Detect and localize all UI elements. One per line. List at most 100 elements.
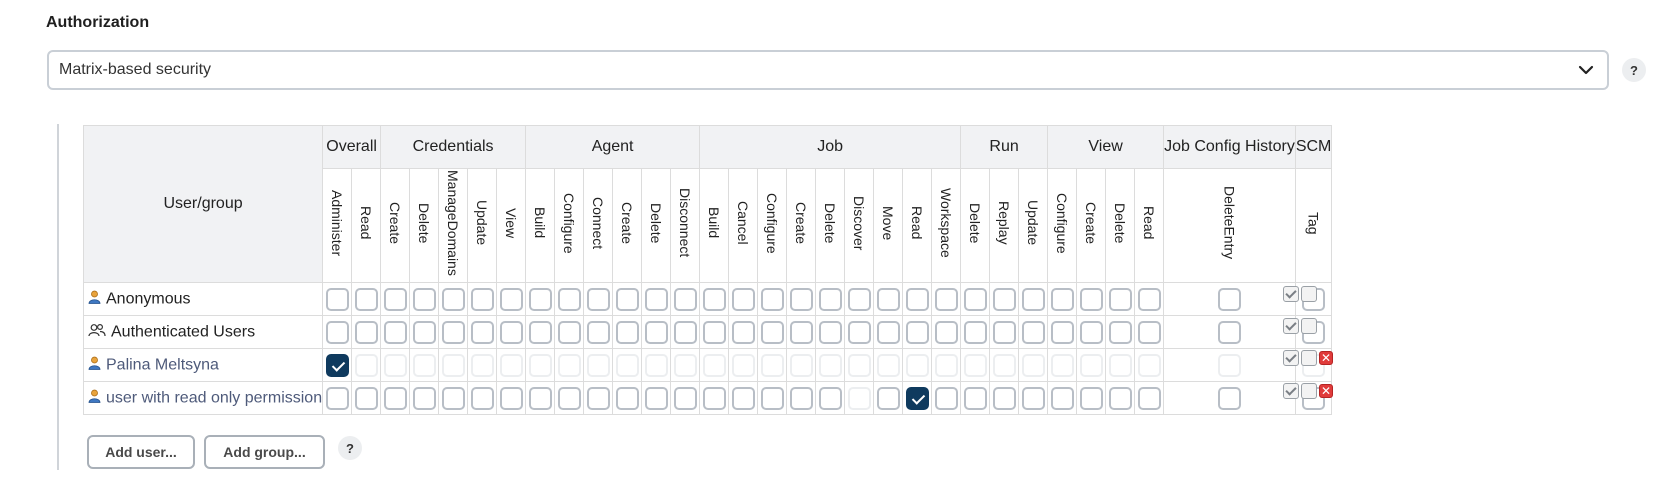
permission-checkbox[interactable] bbox=[586, 320, 610, 344]
permission-checkbox[interactable] bbox=[847, 386, 871, 410]
permission-checkbox[interactable] bbox=[615, 353, 639, 377]
uncheck-all-icon[interactable] bbox=[1301, 350, 1317, 366]
permission-checkbox[interactable] bbox=[760, 386, 784, 410]
permission-checkbox[interactable] bbox=[1217, 353, 1241, 377]
permission-checkbox[interactable] bbox=[1108, 320, 1132, 344]
permission-checkbox[interactable] bbox=[789, 287, 813, 311]
permission-checkbox[interactable] bbox=[412, 287, 436, 311]
permission-checkbox[interactable] bbox=[644, 386, 668, 410]
remove-icon[interactable]: ✕ bbox=[1319, 384, 1333, 398]
add-group-button[interactable]: Add group... bbox=[204, 435, 325, 469]
permission-checkbox[interactable] bbox=[876, 320, 900, 344]
permission-checkbox[interactable] bbox=[1050, 287, 1074, 311]
permission-checkbox[interactable] bbox=[1137, 320, 1161, 344]
permission-checkbox[interactable] bbox=[992, 320, 1016, 344]
permission-checkbox[interactable] bbox=[1108, 287, 1132, 311]
permission-checkbox[interactable] bbox=[1021, 386, 1045, 410]
permission-checkbox[interactable] bbox=[702, 386, 726, 410]
user-name[interactable]: user with read only permission bbox=[106, 389, 322, 406]
permission-checkbox[interactable] bbox=[615, 320, 639, 344]
permission-checkbox[interactable] bbox=[1079, 320, 1103, 344]
permission-checkbox[interactable] bbox=[1217, 287, 1241, 311]
permission-checkbox[interactable] bbox=[847, 353, 871, 377]
permission-checkbox[interactable] bbox=[876, 353, 900, 377]
permission-checkbox[interactable] bbox=[586, 353, 610, 377]
permission-checkbox[interactable] bbox=[876, 386, 900, 410]
permission-checkbox[interactable] bbox=[1137, 353, 1161, 377]
permission-checkbox[interactable] bbox=[992, 386, 1016, 410]
permission-checkbox[interactable] bbox=[1021, 320, 1045, 344]
permission-checkbox[interactable] bbox=[644, 287, 668, 311]
permission-checkbox[interactable] bbox=[470, 287, 494, 311]
permission-checkbox[interactable] bbox=[1108, 353, 1132, 377]
uncheck-all-icon[interactable] bbox=[1301, 286, 1317, 302]
permission-checkbox[interactable] bbox=[760, 320, 784, 344]
permission-checkbox[interactable] bbox=[731, 320, 755, 344]
permission-checkbox[interactable] bbox=[847, 287, 871, 311]
permission-checkbox[interactable] bbox=[499, 386, 523, 410]
check-all-icon[interactable] bbox=[1283, 383, 1299, 399]
permission-checkbox[interactable] bbox=[789, 386, 813, 410]
permission-checkbox[interactable] bbox=[934, 287, 958, 311]
permission-checkbox[interactable] bbox=[876, 287, 900, 311]
permission-checkbox[interactable] bbox=[470, 386, 494, 410]
permission-checkbox[interactable] bbox=[818, 386, 842, 410]
permission-checkbox[interactable] bbox=[325, 386, 349, 410]
permission-checkbox[interactable] bbox=[557, 287, 581, 311]
permission-checkbox[interactable] bbox=[528, 353, 552, 377]
permission-checkbox[interactable] bbox=[818, 287, 842, 311]
permission-checkbox[interactable] bbox=[1021, 353, 1045, 377]
permission-checkbox[interactable] bbox=[1137, 386, 1161, 410]
uncheck-all-icon[interactable] bbox=[1301, 318, 1317, 334]
permission-checkbox[interactable] bbox=[731, 287, 755, 311]
permission-checkbox[interactable] bbox=[412, 320, 436, 344]
permission-checkbox[interactable] bbox=[499, 287, 523, 311]
permission-checkbox[interactable] bbox=[528, 386, 552, 410]
check-all-icon[interactable] bbox=[1283, 286, 1299, 302]
user-cell[interactable]: user with read only permission bbox=[82, 381, 324, 415]
permission-checkbox[interactable] bbox=[673, 320, 697, 344]
permission-checkbox[interactable] bbox=[1050, 320, 1074, 344]
permission-checkbox[interactable] bbox=[905, 353, 929, 377]
permission-checkbox[interactable] bbox=[383, 320, 407, 344]
permission-checkbox[interactable] bbox=[557, 353, 581, 377]
permission-checkbox[interactable] bbox=[499, 320, 523, 344]
permission-checkbox[interactable] bbox=[1079, 353, 1103, 377]
permission-checkbox[interactable] bbox=[1108, 386, 1132, 410]
permission-checkbox[interactable] bbox=[441, 386, 465, 410]
permission-checkbox[interactable] bbox=[934, 353, 958, 377]
permission-checkbox[interactable] bbox=[760, 287, 784, 311]
remove-icon[interactable]: ✕ bbox=[1319, 351, 1333, 365]
permission-checkbox[interactable] bbox=[325, 287, 349, 311]
permission-checkbox[interactable] bbox=[586, 287, 610, 311]
permission-checkbox[interactable] bbox=[1137, 287, 1161, 311]
permission-checkbox[interactable] bbox=[441, 320, 465, 344]
permission-checkbox[interactable] bbox=[847, 320, 871, 344]
permission-checkbox[interactable] bbox=[673, 287, 697, 311]
permission-checkbox[interactable] bbox=[1050, 386, 1074, 410]
permission-checkbox[interactable] bbox=[615, 386, 639, 410]
check-all-icon[interactable] bbox=[1283, 350, 1299, 366]
permission-checkbox[interactable] bbox=[470, 353, 494, 377]
user-cell[interactable]: Palina Meltsyna bbox=[82, 348, 324, 382]
permission-checkbox[interactable] bbox=[557, 320, 581, 344]
permission-checkbox[interactable] bbox=[1217, 386, 1241, 410]
permission-checkbox[interactable] bbox=[731, 386, 755, 410]
permission-checkbox[interactable] bbox=[354, 320, 378, 344]
permission-checkbox[interactable] bbox=[731, 353, 755, 377]
permission-checkbox[interactable] bbox=[789, 320, 813, 344]
permission-checkbox[interactable] bbox=[673, 353, 697, 377]
permission-checkbox[interactable] bbox=[818, 320, 842, 344]
permission-checkbox[interactable] bbox=[1079, 287, 1103, 311]
add-user-button[interactable]: Add user... bbox=[87, 435, 195, 469]
permission-checkbox[interactable] bbox=[354, 287, 378, 311]
permission-checkbox[interactable] bbox=[905, 287, 929, 311]
permission-checkbox[interactable] bbox=[383, 287, 407, 311]
permission-checkbox[interactable] bbox=[702, 287, 726, 311]
permission-checkbox[interactable] bbox=[441, 287, 465, 311]
permission-checkbox[interactable] bbox=[963, 386, 987, 410]
add-help-icon[interactable]: ? bbox=[338, 436, 362, 460]
permission-checkbox[interactable] bbox=[383, 386, 407, 410]
permission-checkbox[interactable] bbox=[1217, 320, 1241, 344]
permission-checkbox[interactable] bbox=[992, 287, 1016, 311]
